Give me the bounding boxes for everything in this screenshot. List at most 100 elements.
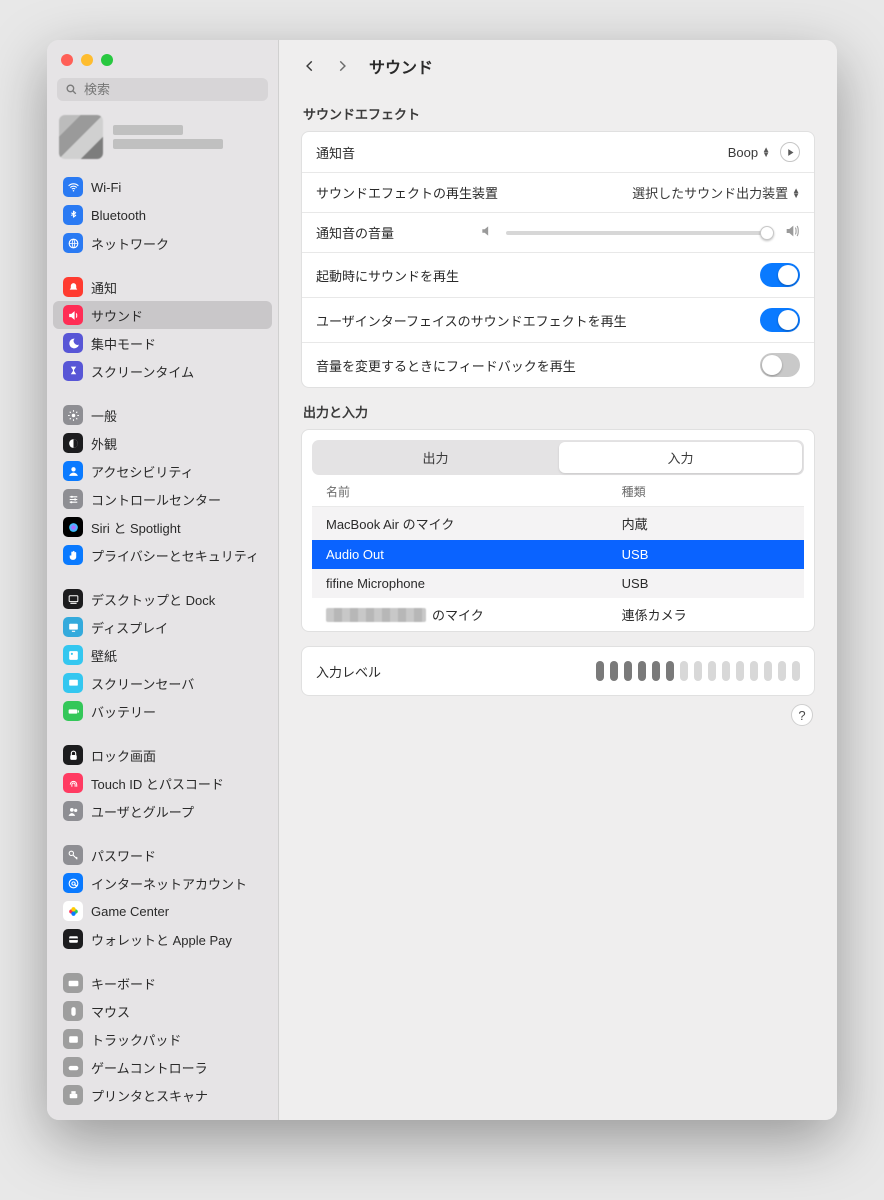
- play-alert-button[interactable]: [780, 142, 800, 162]
- siri-icon: [63, 517, 83, 537]
- sidebar-item[interactable]: パスワード: [53, 841, 272, 869]
- volume-feedback-label: 音量を変更するときにフィードバックを再生: [316, 356, 576, 375]
- sidebar-item[interactable]: Wi-Fi: [53, 173, 272, 201]
- sidebar-item[interactable]: インターネットアカウント: [53, 869, 272, 897]
- input-level-card: 入力レベル: [301, 646, 815, 696]
- device-name: MacBook Air のマイク: [326, 514, 614, 533]
- device-name: Audio Out: [326, 547, 614, 562]
- effects-device-value: 選択したサウンド出力装置: [632, 183, 788, 202]
- sidebar-item[interactable]: Bluetooth: [53, 201, 272, 229]
- window-controls: [47, 50, 278, 78]
- sidebar-item[interactable]: Touch ID とパスコード: [53, 769, 272, 797]
- level-bar: [680, 661, 688, 681]
- volume-feedback-toggle[interactable]: [760, 353, 800, 377]
- sidebar-item[interactable]: トラックパッド: [53, 1025, 272, 1053]
- at-icon: [63, 873, 83, 893]
- sidebar-item-label: ネットワーク: [91, 234, 169, 253]
- close-window-button[interactable]: [61, 54, 73, 66]
- startup-sound-toggle[interactable]: [760, 263, 800, 287]
- slider-thumb[interactable]: [760, 226, 774, 240]
- sidebar-item[interactable]: アクセシビリティ: [53, 457, 272, 485]
- level-bar: [750, 661, 758, 681]
- help-icon: ?: [798, 708, 805, 723]
- sidebar-item-label: トラックパッド: [91, 1030, 181, 1049]
- sidebar-item[interactable]: 外観: [53, 429, 272, 457]
- bell-icon: [63, 277, 83, 297]
- startup-sound-label: 起動時にサウンドを再生: [316, 266, 459, 285]
- battery-icon: [63, 701, 83, 721]
- sidebar-item[interactable]: 一般: [53, 401, 272, 429]
- device-row[interactable]: MacBook Air のマイク内蔵: [312, 507, 804, 540]
- ui-effects-toggle[interactable]: [760, 308, 800, 332]
- sidebar-item-label: プライバシーとセキュリティ: [91, 546, 259, 565]
- sidebar-item[interactable]: コントロールセンター: [53, 485, 272, 513]
- search-field[interactable]: [57, 78, 268, 101]
- level-bar: [736, 661, 744, 681]
- tab-output[interactable]: 出力: [314, 442, 557, 473]
- device-row[interactable]: Audio Out USB: [312, 540, 804, 569]
- ui-effects-label: ユーザインターフェイスのサウンドエフェクトを再生: [316, 311, 627, 330]
- sidebar-item[interactable]: デスクトップと Dock: [53, 585, 272, 613]
- sidebar-item[interactable]: スクリーンセーバ: [53, 669, 272, 697]
- alert-volume-slider[interactable]: [506, 231, 772, 235]
- sidebar-item[interactable]: ウォレットと Apple Pay: [53, 925, 272, 953]
- display-icon: [63, 617, 83, 637]
- sidebar-item[interactable]: サウンド: [53, 301, 272, 329]
- sidebar-item[interactable]: Game Center: [53, 897, 272, 925]
- apple-id-account-row[interactable]: [57, 111, 268, 163]
- nav-back-button[interactable]: [299, 55, 321, 77]
- sidebar-item-label: 一般: [91, 406, 117, 425]
- io-card: 出力 入力 名前 種類 MacBook Air のマイク内蔵 Audio Out U…: [301, 429, 815, 632]
- keyboard-icon: [63, 973, 83, 993]
- globe-icon: [63, 233, 83, 253]
- tab-input[interactable]: 入力: [559, 442, 802, 473]
- controller-icon: [63, 1057, 83, 1077]
- device-type: USB: [622, 547, 790, 562]
- section-label-io: 出力と入力: [303, 402, 815, 421]
- main-panel: サウンド サウンドエフェクト 通知音 Boop ▲▼: [279, 40, 837, 1120]
- sidebar-item-label: スクリーンタイム: [91, 362, 194, 381]
- sidebar-item[interactable]: 壁紙: [53, 641, 272, 669]
- sidebar-item-label: Wi-Fi: [91, 180, 121, 195]
- appearance-icon: [63, 433, 83, 453]
- sidebar-item[interactable]: マウス: [53, 997, 272, 1025]
- effects-device-popup[interactable]: 選択したサウンド出力装置 ▲▼: [632, 183, 800, 202]
- sidebar: Wi-Fi Bluetooth ネットワーク通知サウンド集中モードスクリーンタイム一…: [47, 40, 279, 1120]
- sidebar-item[interactable]: ロック画面: [53, 741, 272, 769]
- zoom-window-button[interactable]: [101, 54, 113, 66]
- sidebar-item[interactable]: キーボード: [53, 969, 272, 997]
- help-button[interactable]: ?: [791, 704, 813, 726]
- io-segmented-control: 出力 入力: [312, 440, 804, 475]
- sidebar-item[interactable]: プリンタとスキャナ: [53, 1081, 272, 1109]
- device-row[interactable]: のマイク連係カメラ: [312, 598, 804, 631]
- speaker-icon: [63, 305, 83, 325]
- sidebar-item[interactable]: ゲームコントローラ: [53, 1053, 272, 1081]
- level-bar: [722, 661, 730, 681]
- sidebar-item[interactable]: バッテリー: [53, 697, 272, 725]
- sidebar-item[interactable]: 通知: [53, 273, 272, 301]
- alert-volume-label: 通知音の音量: [316, 223, 394, 242]
- hourglass-icon: [63, 361, 83, 381]
- sidebar-item[interactable]: Siri と Spotlight: [53, 513, 272, 541]
- table-header: 名前 種類: [312, 475, 804, 507]
- sidebar-item-label: デスクトップと Dock: [91, 590, 215, 609]
- alert-sound-popup[interactable]: Boop ▲▼: [728, 145, 770, 160]
- device-type: USB: [622, 576, 790, 591]
- sidebar-item[interactable]: 集中モード: [53, 329, 272, 357]
- level-bar: [708, 661, 716, 681]
- printer-icon: [63, 1085, 83, 1105]
- device-row[interactable]: fifine Microphone USB: [312, 569, 804, 598]
- minimize-window-button[interactable]: [81, 54, 93, 66]
- sidebar-item[interactable]: プライバシーとセキュリティ: [53, 541, 272, 569]
- level-bar: [652, 661, 660, 681]
- sidebar-item[interactable]: ネットワーク: [53, 229, 272, 257]
- sliders-icon: [63, 489, 83, 509]
- sidebar-item[interactable]: ユーザとグループ: [53, 797, 272, 825]
- sidebar-item-label: ロック画面: [91, 746, 156, 765]
- nav-forward-button[interactable]: [331, 55, 353, 77]
- device-name: fifine Microphone: [326, 576, 614, 591]
- search-icon: [65, 83, 78, 96]
- search-input[interactable]: [84, 82, 260, 97]
- sidebar-item[interactable]: スクリーンタイム: [53, 357, 272, 385]
- sidebar-item[interactable]: ディスプレイ: [53, 613, 272, 641]
